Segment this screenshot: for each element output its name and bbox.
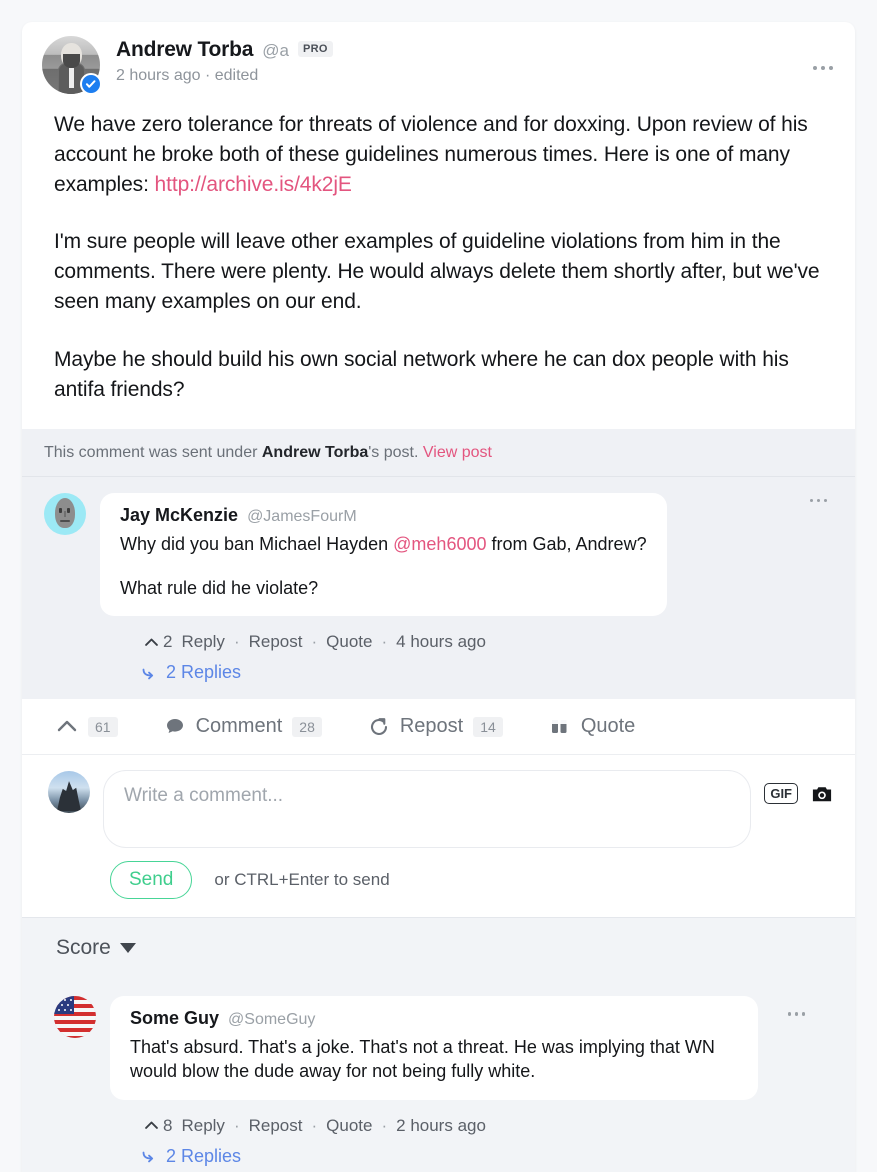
comment-text-part: Why did you ban Michael Hayden [120, 533, 394, 554]
post-paragraph: We have zero tolerance for threats of vi… [54, 110, 823, 199]
author-name[interactable]: Andrew Torba [116, 38, 253, 62]
quote-label: Quote [580, 715, 636, 738]
avatar[interactable] [42, 36, 102, 95]
replies-label: 2 Replies [166, 662, 242, 683]
post-header: Andrew Torba @a PRO 2 hours ago · edited [22, 22, 855, 95]
avatar[interactable] [54, 996, 96, 1039]
comment-author-handle[interactable]: @JamesFourM [247, 508, 357, 526]
quote-button[interactable]: Quote [549, 715, 635, 738]
context-author: Andrew Torba [261, 443, 369, 461]
comment-author-handle[interactable]: @SomeGuy [228, 1011, 315, 1029]
repost-count: 14 [473, 716, 503, 737]
comment-timestamp: 2 hours ago [396, 1115, 486, 1135]
comment-composer: GIF Send or CTRL+Enter to send [22, 755, 855, 918]
comments-list: Some Guy @SomeGuy That's absurd. That's … [22, 974, 855, 1172]
more-options-icon[interactable] [787, 1012, 805, 1016]
comment-text: That's absurd. That's a joke. That's not… [130, 1037, 715, 1082]
separator: · [381, 1115, 388, 1135]
context-prefix: This comment was sent under [44, 443, 262, 461]
post-body: We have zero tolerance for threats of vi… [22, 94, 855, 405]
comment-input[interactable] [104, 771, 751, 848]
gif-button[interactable]: GIF [764, 783, 798, 805]
page-root: Andrew Torba @a PRO 2 hours ago · edited… [0, 0, 877, 1172]
comment-text: What rule did he violate? [120, 577, 319, 598]
quoted-comment-section: This comment was sent under Andrew Torba… [22, 428, 855, 700]
comment-bubble: Some Guy @SomeGuy That's absurd. That's … [110, 996, 758, 1100]
send-hint: or CTRL+Enter to send [214, 870, 390, 890]
sort-selector[interactable]: Score [22, 917, 855, 975]
comment-author-name[interactable]: Some Guy [130, 1008, 219, 1029]
context-bar: This comment was sent under Andrew Torba… [22, 429, 855, 477]
avatar[interactable] [48, 771, 90, 814]
reply-button[interactable]: Reply [181, 1116, 224, 1136]
repost-button[interactable]: Repost 14 [368, 715, 503, 738]
comment-action-row: 8 Reply · Repost · Quote · 2 hours ago [44, 1108, 833, 1136]
chevron-down-icon [119, 943, 136, 954]
upvote-button[interactable]: 2 [144, 632, 172, 652]
replies-label: 2 Replies [166, 1145, 242, 1166]
more-options-icon[interactable] [809, 498, 827, 502]
repost-icon [370, 717, 387, 735]
comment-timestamp: 4 hours ago [396, 632, 486, 652]
separator: · [381, 632, 388, 652]
upvote-button[interactable]: 61 [56, 716, 118, 738]
engagement-bar: 61 Comment 28 Repost 14 Quote [22, 699, 855, 756]
comment-text: Why did you ban Michael Hayden @meh6000 … [120, 532, 647, 556]
camera-icon[interactable] [811, 784, 833, 804]
comment-action-row: 2 Reply · Repost · Quote · 4 hours ago [22, 624, 855, 652]
context-suffix: 's post. [368, 443, 423, 461]
comment-text-part: from Gab, Andrew? [486, 533, 647, 554]
user-mention-link[interactable]: @meh6000 [393, 534, 486, 554]
upvote-count: 61 [88, 716, 118, 737]
repost-label: Repost [399, 715, 464, 738]
view-post-link[interactable]: View post [423, 444, 492, 461]
comment-bubble: Jay McKenzie @JamesFourM Why did you ban… [100, 492, 667, 617]
quote-button[interactable]: Quote [326, 1116, 372, 1136]
upvote-button[interactable]: 8 [144, 1116, 172, 1136]
comment-label: Comment [195, 715, 283, 738]
reply-button[interactable]: Reply [181, 632, 224, 652]
post-card: Andrew Torba @a PRO 2 hours ago · edited… [22, 22, 855, 1172]
comment-author-name[interactable]: Jay McKenzie [120, 505, 238, 526]
quoted-comment: Jay McKenzie @JamesFourM Why did you ban… [22, 477, 855, 625]
send-button[interactable]: Send [110, 861, 193, 900]
author-info: Andrew Torba @a PRO 2 hours ago · edited [116, 36, 333, 85]
repost-button[interactable]: Repost [249, 1116, 303, 1136]
author-handle[interactable]: @a [262, 41, 289, 61]
archive-link[interactable]: http://archive.is/4k2jE [155, 173, 352, 196]
upvote-count: 2 [163, 632, 173, 652]
quotation-marks-icon [551, 719, 567, 733]
separator: · [311, 632, 318, 652]
view-replies-link[interactable]: 2 Replies [22, 652, 855, 699]
upvote-count: 8 [163, 1115, 173, 1135]
verified-badge-icon [80, 73, 102, 95]
more-options-icon[interactable] [813, 66, 833, 70]
separator: · [233, 632, 240, 652]
sort-label: Score [56, 936, 111, 960]
post-paragraph: Maybe he should build his own social net… [54, 347, 789, 401]
comment-bubble-icon [166, 718, 183, 733]
avatar[interactable] [44, 492, 86, 535]
quote-button[interactable]: Quote [326, 632, 372, 652]
comment-count: 28 [292, 716, 322, 737]
post-timestamp: 2 hours ago · edited [116, 67, 259, 84]
repost-button[interactable]: Repost [249, 632, 303, 652]
post-paragraph: I'm sure people will leave other example… [54, 230, 820, 314]
pro-badge: PRO [297, 41, 333, 57]
separator: · [311, 1115, 318, 1135]
separator: · [233, 1115, 240, 1135]
comment-button[interactable]: Comment 28 [164, 715, 322, 738]
list-item: Some Guy @SomeGuy That's absurd. That's … [44, 988, 833, 1108]
view-replies-link[interactable]: 2 Replies [44, 1136, 833, 1172]
